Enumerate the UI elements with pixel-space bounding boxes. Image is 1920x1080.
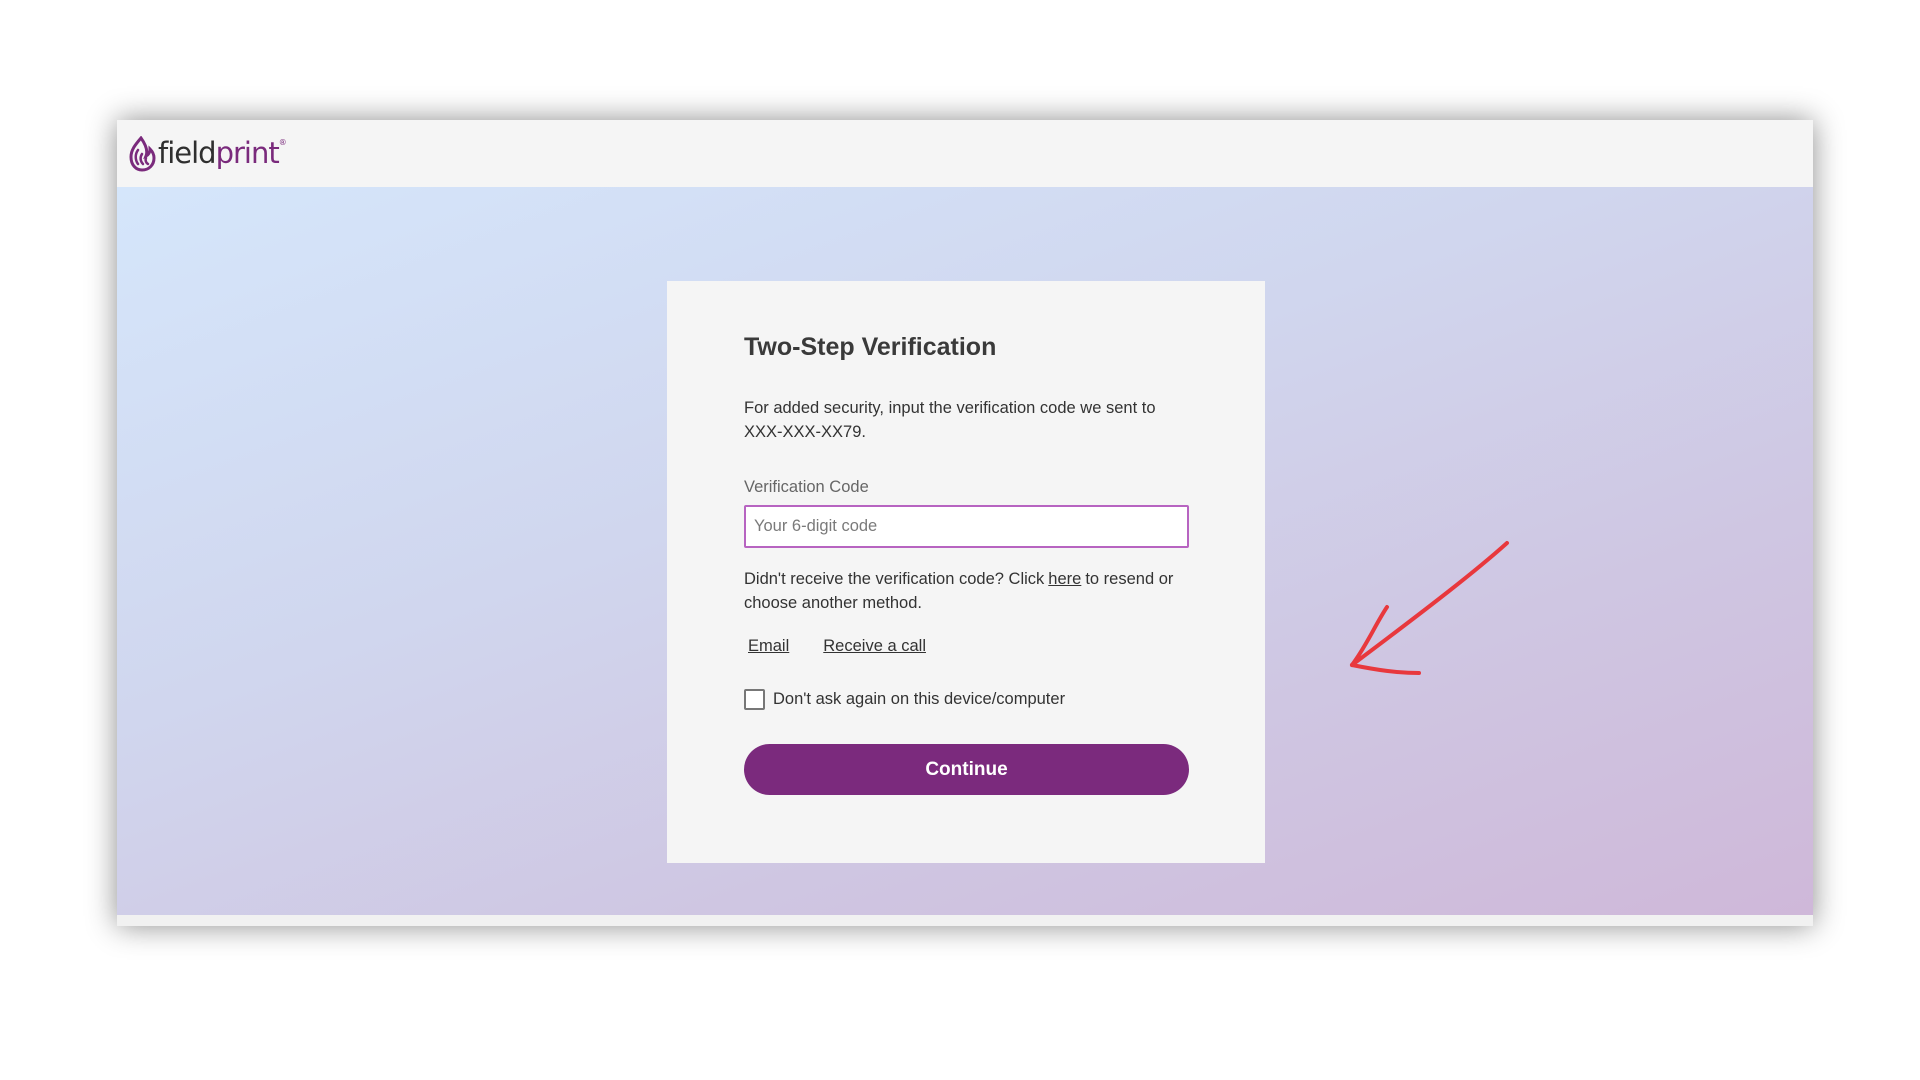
remember-device-label: Don't ask again on this device/computer [773,690,1066,708]
receive-call-link[interactable]: Receive a call [823,637,926,656]
logo-trademark: ® [278,138,287,147]
resend-prefix: Didn't receive the verification code? Cl… [744,570,1045,588]
continue-button[interactable]: Continue [744,744,1189,795]
footer-strip [117,915,1813,926]
page-title: Two-Step Verification [744,333,997,361]
verification-card: Two-Step Verification For added security… [667,281,1265,863]
alternate-methods: Email Receive a call [744,637,1188,656]
annotation-arrow-icon [1350,541,1509,675]
logo-text-field: field [158,136,217,170]
verification-code-input[interactable] [744,505,1189,548]
remember-device-checkbox[interactable] [744,689,765,710]
browser-window: fieldprint® Two-Step Verification For ad… [117,120,1813,926]
email-method-link[interactable]: Email [748,637,789,656]
site-header: fieldprint® [117,120,1813,187]
verification-description: For added security, input the verificati… [744,399,1156,441]
resend-here-link[interactable]: here [1048,570,1081,588]
fieldprint-flame-logo-icon [129,135,156,172]
fieldprint-logo[interactable]: fieldprint® [127,135,287,172]
resend-instructions: Didn't receive the verification code? Cl… [744,567,1189,615]
remember-device-row[interactable]: Don't ask again on this device/computer [744,689,1188,710]
logo-wordmark: fieldprint® [158,136,287,170]
verification-code-label: Verification Code [744,478,869,496]
logo-text-print: print [215,136,280,170]
